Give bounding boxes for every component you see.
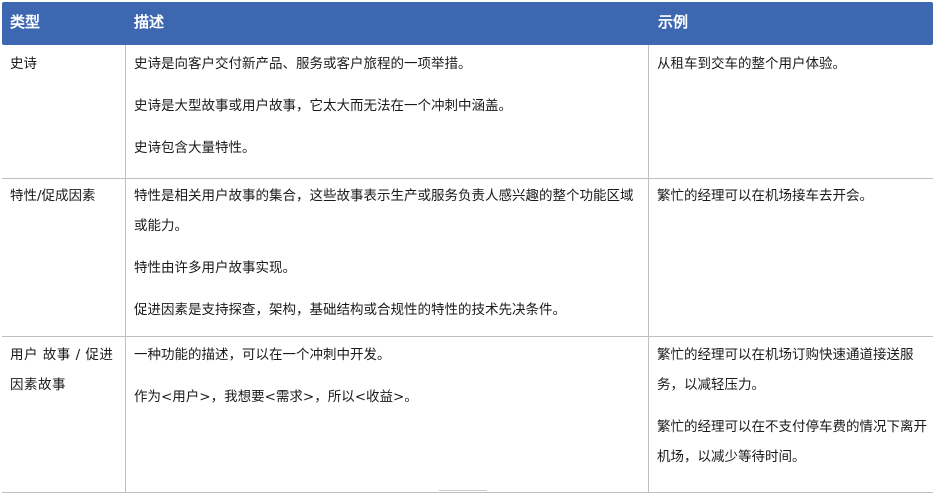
table-row-epic-example: 从租车到交车的整个用户体验。 <box>657 49 929 79</box>
epic-feature-story-table: 类型 描述 示例 史诗 史诗是向客户交付新产品、服务或客户旅程的一项举措。 史诗… <box>2 2 933 494</box>
header-description: 描述 <box>134 13 165 31</box>
description-paragraph: 特性是相关用户故事的集合，这些故事表示生产或服务负责人感兴趣的整个功能区域或能力… <box>134 188 634 234</box>
type-label: 用户 故事 / 促进因素故事 <box>10 347 114 393</box>
description-paragraph: 促进因素是支持探查，架构，基础结构或合规性的特性的技术先决条件。 <box>134 302 566 318</box>
header-example: 示例 <box>658 13 689 31</box>
example-paragraph: 繁忙的经理可以在机场接车去开会。 <box>657 188 873 204</box>
description-paragraph: 史诗是向客户交付新产品、服务或客户旅程的一项举措。 <box>134 56 472 72</box>
header-type: 类型 <box>10 13 41 31</box>
table-row-story-description: 一种功能的描述，可以在一个冲刺中开发。 作为<用户>，我想要<需求>，所以<收益… <box>134 340 644 412</box>
table-row-story-example: 繁忙的经理可以在机场订购快速通道接送服务，以减轻压力。 繁忙的经理可以在不支付停… <box>657 340 929 472</box>
type-label: 特性/促成因素 <box>10 188 96 204</box>
table-row-feature-type: 特性/促成因素 <box>10 181 122 211</box>
page-break-marker <box>439 490 487 496</box>
row-divider <box>2 336 933 337</box>
description-paragraph: 史诗是大型故事或用户故事，它太大而无法在一个冲刺中涵盖。 <box>134 98 512 114</box>
table-row-epic-description: 史诗是向客户交付新产品、服务或客户旅程的一项举措。 史诗是大型故事或用户故事，它… <box>134 49 644 163</box>
row-divider <box>2 178 933 179</box>
column-divider <box>125 45 126 492</box>
table-row-feature-description: 特性是相关用户故事的集合，这些故事表示生产或服务负责人感兴趣的整个功能区域或能力… <box>134 181 642 325</box>
description-paragraph: 一种功能的描述，可以在一个冲刺中开发。 <box>134 347 391 363</box>
example-paragraph: 从租车到交车的整个用户体验。 <box>657 56 846 72</box>
table-row-epic-type: 史诗 <box>10 49 122 79</box>
description-paragraph: 史诗包含大量特性。 <box>134 140 256 156</box>
column-divider <box>648 45 649 492</box>
description-paragraph: 特性由许多用户故事实现。 <box>134 260 296 276</box>
type-label: 史诗 <box>10 56 37 72</box>
description-paragraph: 作为<用户>，我想要<需求>，所以<收益>。 <box>134 389 418 405</box>
example-paragraph: 繁忙的经理可以在不支付停车费的情况下离开机场，以减少等待时间。 <box>657 419 927 465</box>
table-header: 类型 描述 示例 <box>2 2 933 45</box>
table-row-story-type: 用户 故事 / 促进因素故事 <box>10 340 120 400</box>
table-row-feature-example: 繁忙的经理可以在机场接车去开会。 <box>657 181 929 211</box>
example-paragraph: 繁忙的经理可以在机场订购快速通道接送服务，以减轻压力。 <box>657 347 914 393</box>
